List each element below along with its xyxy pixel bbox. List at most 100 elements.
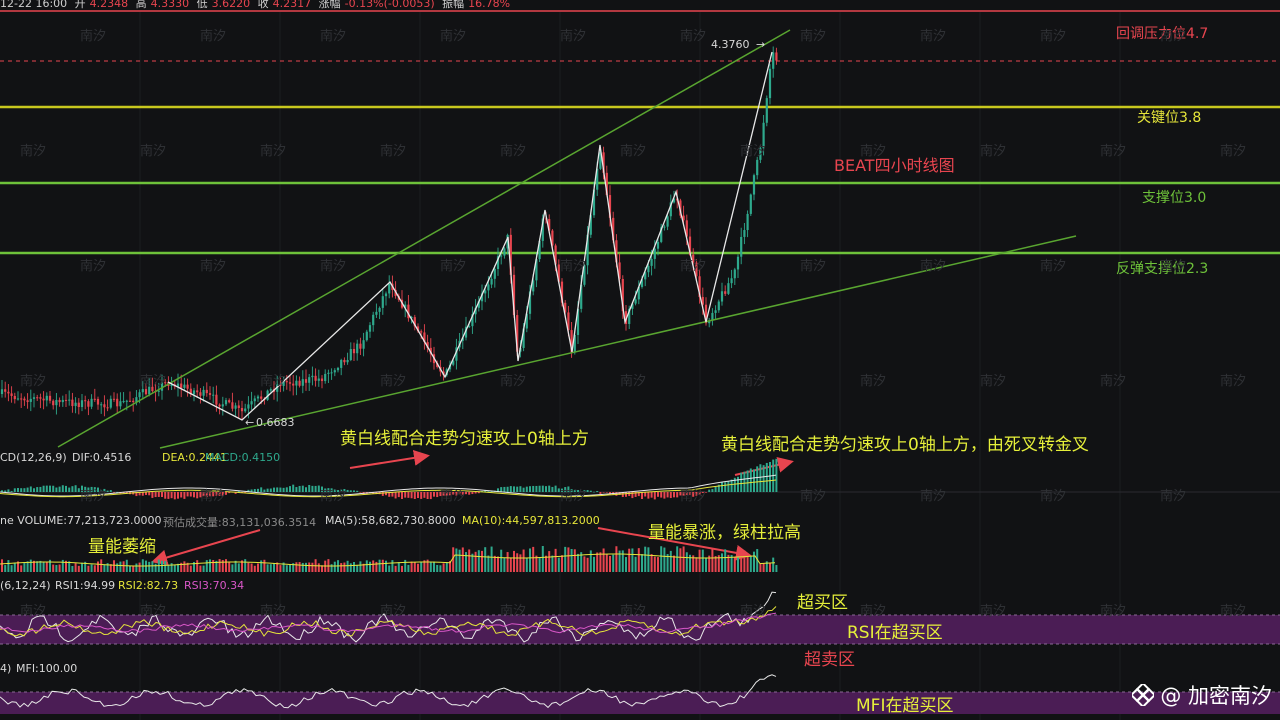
macd-bar: [55, 487, 58, 492]
macd-bar: [164, 492, 167, 499]
volume-bar: [263, 559, 266, 572]
macd-bar: [426, 492, 429, 500]
macd-bar: [346, 489, 349, 492]
macd-bar: [673, 492, 675, 498]
volume-bar: [164, 561, 167, 572]
candle-body: [656, 241, 660, 249]
volume-bar: [522, 549, 525, 572]
macd-bar: [301, 485, 304, 492]
volume-bar: [458, 549, 461, 572]
volume-bar: [311, 562, 314, 572]
macd-bar: [263, 489, 266, 492]
volume-bar: [721, 553, 723, 572]
volume-bar: [433, 561, 435, 572]
candle-body: [20, 398, 23, 400]
volume-bar: [317, 563, 320, 572]
volume-bar: [100, 559, 103, 572]
macd-bar: [433, 492, 435, 497]
macd-bar: [404, 492, 407, 498]
macd-bar: [650, 492, 653, 498]
watermark-text: 南汐: [980, 604, 1007, 619]
candle-body: [768, 68, 772, 99]
watermark-text: 南汐: [560, 489, 587, 504]
volume-bar: [1, 559, 3, 572]
candle-body: [733, 269, 736, 279]
candle-body: [269, 389, 272, 391]
macd-bar: [359, 492, 362, 493]
volume-bar: [397, 562, 400, 572]
candle-body: [320, 378, 324, 382]
volume-bar: [602, 548, 605, 572]
volume-bar: [378, 559, 381, 572]
macd-bar: [420, 492, 423, 499]
volume-bar: [612, 554, 615, 572]
macd-bar: [285, 487, 288, 492]
candle-body: [487, 284, 490, 291]
volume-bar: [474, 551, 477, 572]
macd-bar: [266, 488, 269, 492]
volume-bar: [609, 555, 611, 572]
annotation-arrow: [734, 456, 794, 476]
volume-bar: [116, 563, 119, 572]
candle-body: [343, 359, 346, 363]
macd-bar: [529, 486, 531, 492]
volume-bar: [298, 562, 301, 572]
volume-bar: [391, 560, 394, 572]
annotation-volume-right: 量能暴涨，绿柱拉高: [648, 523, 801, 543]
candle-body: [10, 393, 13, 396]
volume-bar: [506, 552, 509, 572]
candle-body: [221, 404, 224, 407]
candle-body: [317, 378, 320, 381]
volume-bar: [724, 549, 727, 572]
high-value: 4.3330: [150, 0, 190, 10]
macd-bar: [423, 492, 426, 498]
volume-bar: [477, 550, 480, 572]
low-value: 3.6220: [211, 0, 251, 10]
macd-bar: [641, 492, 643, 500]
candle-body: [375, 311, 378, 315]
candle-body: [16, 398, 20, 400]
volume-bar: [465, 552, 467, 572]
macd-bar: [260, 487, 263, 492]
volume-bar: [369, 561, 371, 572]
watermark-text: 南汐: [800, 259, 827, 274]
watermark-text: 南汐: [500, 604, 527, 619]
watermark-text: 南汐: [440, 259, 467, 274]
candle-body: [125, 400, 128, 402]
candle-body: [112, 398, 116, 400]
candle-body: [240, 407, 244, 412]
macd-bar: [298, 485, 301, 492]
candle-body: [61, 399, 64, 403]
volume-bar: [113, 560, 115, 572]
macd-label: CD(12,26,9): [0, 451, 67, 464]
macd-bar: [189, 492, 192, 497]
macd-bar: [113, 492, 115, 493]
macd-bar: [20, 488, 23, 492]
macd-bar: [554, 485, 557, 492]
macd-bar: [436, 492, 439, 498]
candle-body: [250, 401, 253, 405]
watermark-text: 南汐: [620, 144, 647, 159]
candle-body: [218, 404, 221, 407]
volume-bar: [545, 555, 547, 572]
watermark-text: 南汐: [980, 144, 1007, 159]
watermark-text: 南汐: [380, 374, 407, 389]
candle-body: [378, 307, 381, 312]
macd-bar: [353, 490, 355, 492]
candle-body: [36, 397, 39, 399]
volume-bar: [503, 557, 506, 572]
watermark-text: 南汐: [920, 489, 947, 504]
watermark-text: 南汐: [500, 144, 527, 159]
candle-body: [346, 360, 349, 363]
watermark-text: 南汐: [740, 374, 767, 389]
volume-bar: [660, 546, 663, 572]
volume-bar: [634, 556, 637, 572]
volume-bar: [772, 557, 775, 572]
volume-bar: [381, 559, 384, 572]
volume-bar: [519, 554, 522, 572]
macd-bar: [660, 492, 663, 498]
watermark-text: 南汐: [1220, 144, 1247, 159]
candle-body: [746, 213, 749, 231]
watermark-text: 南汐: [140, 144, 167, 159]
volume-bar: [529, 548, 531, 572]
